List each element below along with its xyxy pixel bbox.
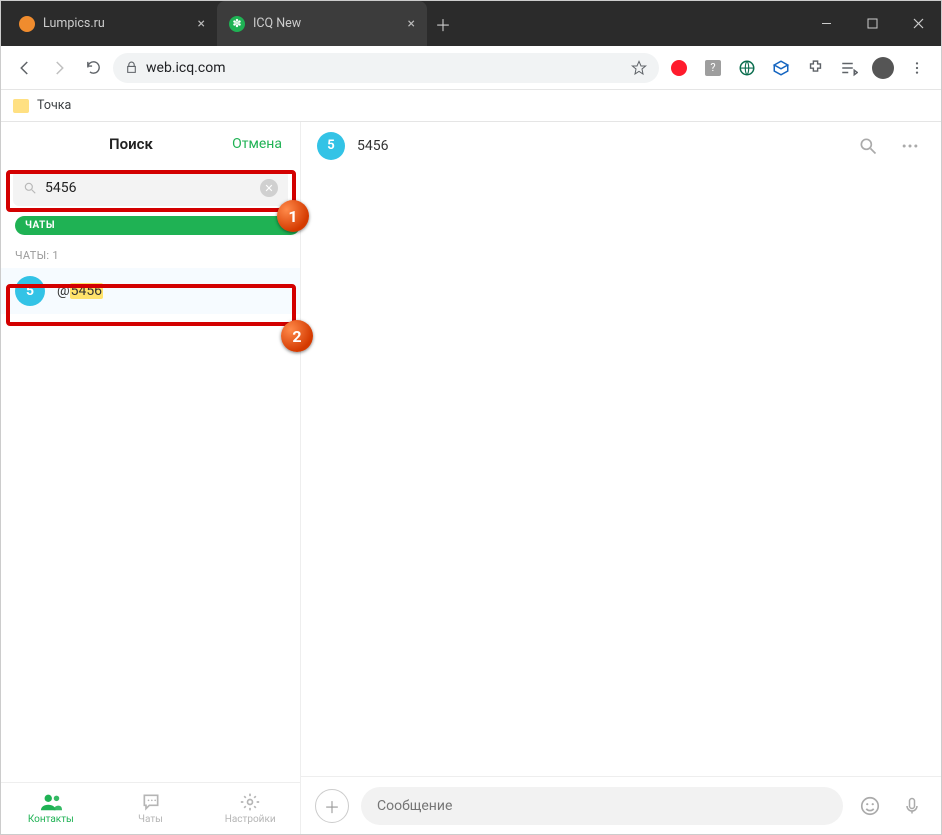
close-window-button[interactable]	[895, 1, 941, 46]
favicon-lumpics	[19, 16, 35, 32]
bookmarks-bar: Точка	[1, 90, 941, 122]
url-text: web.icq.com	[146, 60, 225, 76]
clear-search-icon[interactable]: ✕	[260, 179, 278, 197]
minimize-button[interactable]	[803, 1, 849, 46]
extensions-icon[interactable]	[801, 54, 829, 82]
search-in-chat-icon[interactable]	[853, 131, 883, 161]
chat-body	[301, 170, 941, 776]
tab-icq[interactable]: ✽ ICQ New ×	[217, 1, 427, 46]
playlist-icon[interactable]	[835, 54, 863, 82]
footer-label: Контакты	[28, 814, 74, 825]
chat-panel: 5 5456 ＋	[301, 122, 941, 834]
sidebar: Поиск Отмена ✕ ЧАТЫ ЧАТЫ: 1 5 @5456 1 2	[1, 122, 301, 834]
close-tab-icon[interactable]: ×	[198, 16, 205, 32]
footer-tab-settings[interactable]: Настройки	[200, 783, 300, 834]
search-box[interactable]: ✕	[13, 170, 288, 206]
back-button[interactable]	[11, 54, 39, 82]
sidebar-footer: Контакты Чаты Настройки	[1, 782, 300, 834]
profile-avatar[interactable]	[869, 54, 897, 82]
sidebar-title: Поиск	[109, 135, 153, 153]
favicon-icq: ✽	[229, 16, 245, 32]
lock-icon	[125, 61, 138, 74]
tab-title: ICQ New	[253, 16, 400, 31]
attach-button[interactable]: ＋	[315, 789, 349, 823]
search-input[interactable]	[45, 180, 252, 196]
maximize-button[interactable]	[849, 1, 895, 46]
star-icon[interactable]	[631, 60, 647, 76]
titlebar: Lumpics.ru × ✽ ICQ New × ＋	[1, 1, 941, 46]
add-tab-button[interactable]: ＋	[427, 1, 459, 46]
section-label: ЧАТЫ: 1	[15, 249, 300, 262]
more-icon[interactable]	[895, 131, 925, 161]
avatar: 5	[15, 276, 45, 306]
folder-icon	[13, 99, 29, 113]
tab-lumpics[interactable]: Lumpics.ru ×	[7, 1, 217, 46]
message-input[interactable]	[377, 798, 827, 814]
globe-ext-icon[interactable]	[733, 54, 761, 82]
window-controls	[803, 1, 941, 46]
composer: ＋	[301, 776, 941, 834]
filter-chip-chats[interactable]: ЧАТЫ	[15, 216, 300, 235]
contacts-icon	[40, 792, 62, 812]
search-result-item[interactable]: 5 @5456	[1, 268, 300, 314]
bookmark-item[interactable]: Точка	[37, 98, 71, 113]
app-content: Поиск Отмена ✕ ЧАТЫ ЧАТЫ: 1 5 @5456 1 2	[1, 122, 941, 834]
peer-name[interactable]: 5456	[357, 138, 388, 154]
chat-icon	[140, 792, 162, 812]
cancel-button[interactable]: Отмена	[232, 136, 282, 152]
footer-label: Настройки	[225, 814, 276, 825]
footer-tab-contacts[interactable]: Контакты	[1, 783, 101, 834]
sidebar-header: Поиск Отмена	[1, 122, 300, 166]
close-tab-icon[interactable]: ×	[408, 16, 415, 32]
search-icon	[23, 181, 37, 195]
emoji-icon[interactable]	[855, 791, 885, 821]
footer-label: Чаты	[138, 814, 163, 825]
address-bar[interactable]: web.icq.com	[113, 53, 659, 83]
footer-tab-chats[interactable]: Чаты	[101, 783, 201, 834]
tab-title: Lumpics.ru	[43, 16, 190, 31]
browser-toolbar: web.icq.com ?	[1, 46, 941, 90]
gear-icon	[239, 792, 261, 812]
result-label: @5456	[57, 283, 103, 299]
forward-button[interactable]	[45, 54, 73, 82]
chat-header: 5 5456	[301, 122, 941, 170]
reload-button[interactable]	[79, 54, 107, 82]
help-ext-icon[interactable]: ?	[699, 54, 727, 82]
message-input-wrapper[interactable]	[361, 787, 843, 825]
peer-avatar[interactable]: 5	[317, 132, 345, 160]
opera-ext-icon[interactable]	[665, 54, 693, 82]
mic-icon[interactable]	[897, 791, 927, 821]
box-ext-icon[interactable]	[767, 54, 795, 82]
kebab-menu-icon[interactable]	[903, 54, 931, 82]
tab-strip: Lumpics.ru × ✽ ICQ New × ＋	[1, 1, 803, 46]
